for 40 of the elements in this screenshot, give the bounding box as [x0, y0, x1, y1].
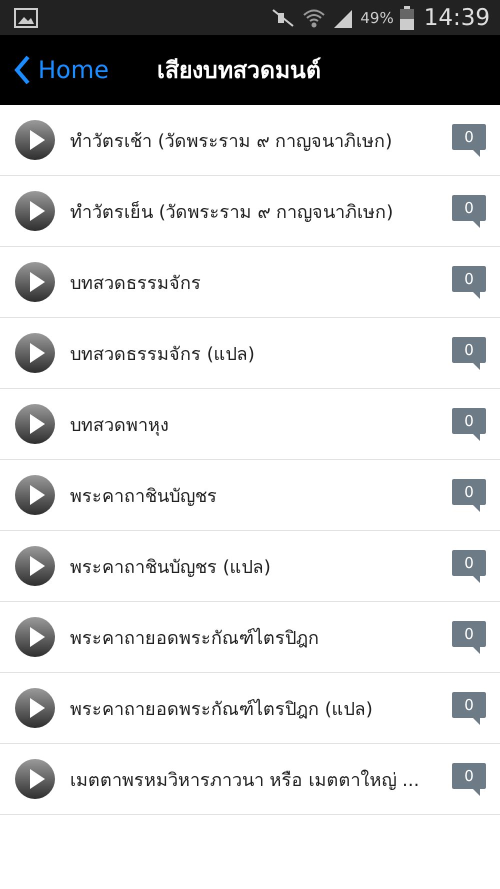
play-icon[interactable] — [14, 758, 56, 800]
play-icon[interactable] — [14, 687, 56, 729]
wifi-icon — [302, 6, 326, 28]
list-item[interactable]: บทสวดพาหุง 0 — [0, 389, 500, 460]
picture-icon — [14, 8, 38, 28]
battery-icon — [400, 6, 414, 30]
list-item[interactable]: บทสวดธรรมจักร 0 — [0, 247, 500, 318]
play-icon[interactable] — [14, 190, 56, 232]
battery-percent: 49% — [360, 8, 394, 26]
item-title: พระคาถายอดพระกัณฑ์ไตรปิฎก — [70, 626, 320, 650]
screen-title: เสียงบทสวดมนต์ — [156, 56, 321, 86]
clock-time: 14:39 — [424, 4, 490, 30]
play-icon[interactable] — [14, 332, 56, 374]
back-button[interactable]: Home — [14, 55, 109, 85]
play-icon[interactable] — [14, 474, 56, 516]
chevron-left-icon — [14, 55, 30, 85]
list-item[interactable]: พระคาถายอดพระกัณฑ์ไตรปิฎก (แปล) 0 — [0, 673, 500, 744]
play-icon[interactable] — [14, 545, 56, 587]
mute-icon — [270, 8, 296, 28]
item-title: บทสวดพาหุง — [70, 414, 170, 438]
item-title: เมตตาพรหมวิหารภาวนา หรือ เมตตาใหญ่ ... — [70, 768, 420, 792]
item-title: ทำวัตรเย็น (วัดพระราม ๙ กาญจนาภิเษก) — [70, 200, 394, 224]
item-title: พระคาถาชินบัญชร — [70, 484, 218, 508]
item-title: พระคาถายอดพระกัณฑ์ไตรปิฎก (แปล) — [70, 698, 374, 722]
play-icon[interactable] — [14, 119, 56, 161]
play-icon[interactable] — [14, 403, 56, 445]
item-title: บทสวดธรรมจักร — [70, 272, 202, 296]
list-item[interactable]: พระคาถายอดพระกัณฑ์ไตรปิฎก 0 — [0, 602, 500, 673]
list-item[interactable]: เมตตาพรหมวิหารภาวนา หรือ เมตตาใหญ่ ... 0 — [0, 744, 500, 815]
item-title: ทำวัตรเช้า (วัดพระราม ๙ กาญจนาภิเษก) — [70, 130, 394, 154]
list-item[interactable]: ทำวัตรเย็น (วัดพระราม ๙ กาญจนาภิเษก) 0 — [0, 176, 500, 247]
play-icon[interactable] — [14, 616, 56, 658]
list-item[interactable]: พระคาถาชินบัญชร (แปล) 0 — [0, 531, 500, 602]
item-title: บทสวดธรรมจักร (แปล) — [70, 342, 256, 366]
signal-icon — [332, 8, 354, 28]
list-item[interactable]: ทำวัตรเช้า (วัดพระราม ๙ กาญจนาภิเษก) 0 — [0, 105, 500, 176]
list-item[interactable]: พระคาถาชินบัญชร 0 — [0, 460, 500, 531]
list-item[interactable]: บทสวดธรรมจักร (แปล) 0 — [0, 318, 500, 389]
item-title: พระคาถาชินบัญชร (แปล) — [70, 556, 272, 580]
play-icon[interactable] — [14, 261, 56, 303]
